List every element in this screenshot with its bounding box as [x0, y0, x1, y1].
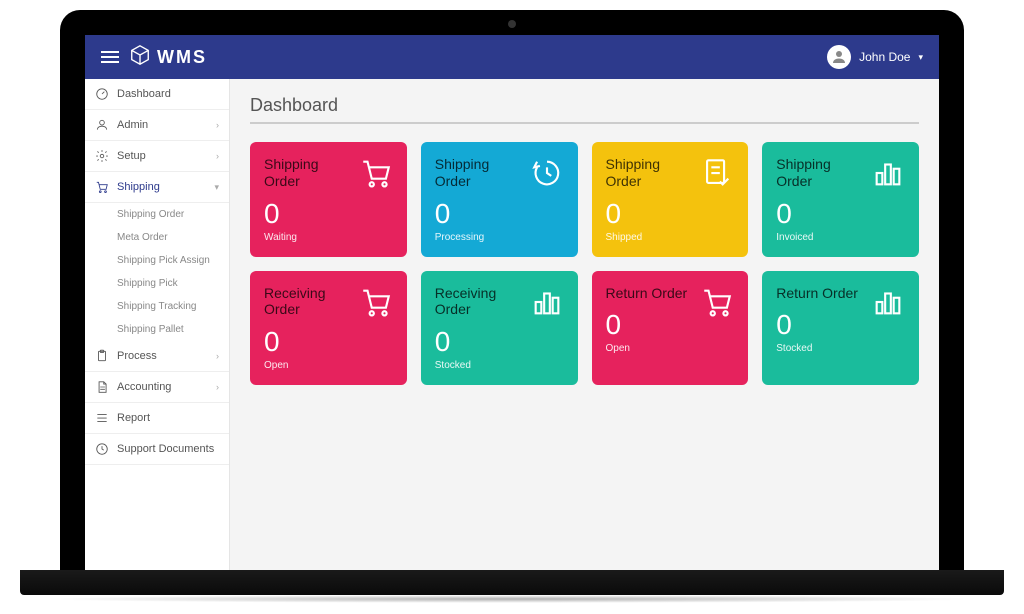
sidebar-item-label: Support Documents [117, 443, 214, 455]
card-value: 0 [264, 198, 393, 230]
page-title: Dashboard [250, 95, 919, 116]
sidebar-item-process[interactable]: Process › [85, 341, 229, 372]
laptop-frame: WMS John Doe ▾ Dashboard Admin › Setup › Ship… [60, 10, 964, 570]
card-status: Stocked [776, 343, 905, 354]
card-shipping-order-shipped[interactable]: Shipping Order 0 Shipped [592, 142, 749, 257]
card-status: Invoiced [776, 232, 905, 243]
document-icon [95, 380, 109, 394]
sidebar-subitem-meta-order[interactable]: Meta Order [85, 226, 229, 249]
card-shipping-order-waiting[interactable]: Shipping Order 0 Waiting [250, 142, 407, 257]
title-underline [250, 122, 919, 124]
clock-arc-icon [530, 156, 564, 190]
card-shipping-order-invoiced[interactable]: Shipping Order 0 Invoiced [762, 142, 919, 257]
card-value: 0 [435, 198, 564, 230]
laptop-camera [508, 20, 516, 28]
card-value: 0 [435, 326, 564, 358]
cart-icon [359, 285, 393, 319]
sidebar-item-label: Admin [117, 119, 148, 131]
user-name: John Doe [859, 50, 910, 64]
avatar-icon [827, 45, 851, 69]
list-icon [95, 411, 109, 425]
card-shipping-order-processing[interactable]: Shipping Order 0 Processing [421, 142, 578, 257]
cart-icon [700, 285, 734, 319]
card-title: Receiving Order [435, 285, 525, 319]
content: Dashboard Admin › Setup › Shipping ▾ Shipping O… [85, 79, 939, 570]
sidebar-item-label: Process [117, 350, 157, 362]
app-screen: WMS John Doe ▾ Dashboard Admin › Setup › Ship… [85, 35, 939, 570]
sidebar-item-support-documents[interactable]: Support Documents [85, 434, 229, 465]
card-status: Stocked [435, 360, 564, 371]
speedometer-icon [95, 87, 109, 101]
gear-icon [95, 149, 109, 163]
card-status: Waiting [264, 232, 393, 243]
chevron-right-icon: › [216, 151, 219, 161]
chevron-down-icon: ▾ [918, 52, 923, 63]
card-status: Open [264, 360, 393, 371]
sidebar-item-report[interactable]: Report [85, 403, 229, 434]
bars-icon [871, 156, 905, 190]
brand-logo[interactable]: WMS [129, 44, 207, 71]
card-title: Shipping Order [606, 156, 696, 190]
sidebar-subitem-shipping-tracking[interactable]: Shipping Tracking [85, 295, 229, 318]
sidebar-item-label: Dashboard [117, 88, 171, 100]
card-value: 0 [606, 198, 735, 230]
cart-icon [359, 156, 393, 190]
user-icon [95, 118, 109, 132]
menu-toggle-button[interactable] [101, 51, 119, 63]
chevron-down-icon: ▾ [214, 182, 219, 193]
brand-text: WMS [157, 47, 207, 68]
cube-icon [129, 44, 151, 71]
sidebar-item-admin[interactable]: Admin › [85, 110, 229, 141]
sidebar-subitem-shipping-pallet[interactable]: Shipping Pallet [85, 318, 229, 341]
laptop-base [20, 570, 1004, 595]
dashboard-cards: Shipping Order 0 Waiting Shipping Order 0 Pro… [250, 142, 919, 385]
laptop-shadow [40, 595, 984, 603]
chevron-right-icon: › [216, 382, 219, 392]
card-status: Processing [435, 232, 564, 243]
bars-icon [530, 285, 564, 319]
sidebar-item-label: Shipping [117, 181, 160, 193]
card-return-order-open[interactable]: Return Order0Open [592, 271, 749, 386]
sidebar-subitem-shipping-pick-assign[interactable]: Shipping Pick Assign [85, 249, 229, 272]
sidebar-item-dashboard[interactable]: Dashboard [85, 79, 229, 110]
card-title: Shipping Order [435, 156, 525, 190]
card-value: 0 [776, 198, 905, 230]
sidebar-item-label: Accounting [117, 381, 171, 393]
sidebar: Dashboard Admin › Setup › Shipping ▾ Shipping O… [85, 79, 230, 570]
card-title: Shipping Order [264, 156, 354, 190]
user-menu[interactable]: John Doe ▾ [827, 45, 923, 69]
chevron-right-icon: › [216, 120, 219, 130]
sidebar-subitem-shipping-order[interactable]: Shipping Order [85, 203, 229, 226]
card-title: Return Order [606, 285, 696, 302]
card-status: Shipped [606, 232, 735, 243]
topbar: WMS John Doe ▾ [85, 35, 939, 79]
sidebar-item-accounting[interactable]: Accounting › [85, 372, 229, 403]
topbar-left: WMS [101, 44, 207, 71]
clipboard-icon [95, 349, 109, 363]
sidebar-item-label: Report [117, 412, 150, 424]
card-value: 0 [264, 326, 393, 358]
main-panel: Dashboard Shipping Order0WaitingShipping… [230, 79, 939, 570]
card-title: Return Order [776, 285, 866, 302]
doc-check-icon [700, 156, 734, 190]
card-status: Open [606, 343, 735, 354]
chevron-right-icon: › [216, 351, 219, 361]
card-receiving-order-stocked[interactable]: Receiving Order 0 Stocked [421, 271, 578, 386]
sidebar-item-shipping[interactable]: Shipping ▾ [85, 172, 229, 203]
sidebar-item-label: Setup [117, 150, 146, 162]
card-title: Receiving Order [264, 285, 354, 319]
card-receiving-order-open[interactable]: Receiving Order 0 Open [250, 271, 407, 386]
card-return-order-stocked[interactable]: Return Order0Stocked [762, 271, 919, 386]
card-title: Shipping Order [776, 156, 866, 190]
sidebar-item-setup[interactable]: Setup › [85, 141, 229, 172]
sidebar-subitem-shipping-pick[interactable]: Shipping Pick [85, 272, 229, 295]
bars-icon [871, 285, 905, 319]
cart-icon [95, 180, 109, 194]
clock-icon [95, 442, 109, 456]
